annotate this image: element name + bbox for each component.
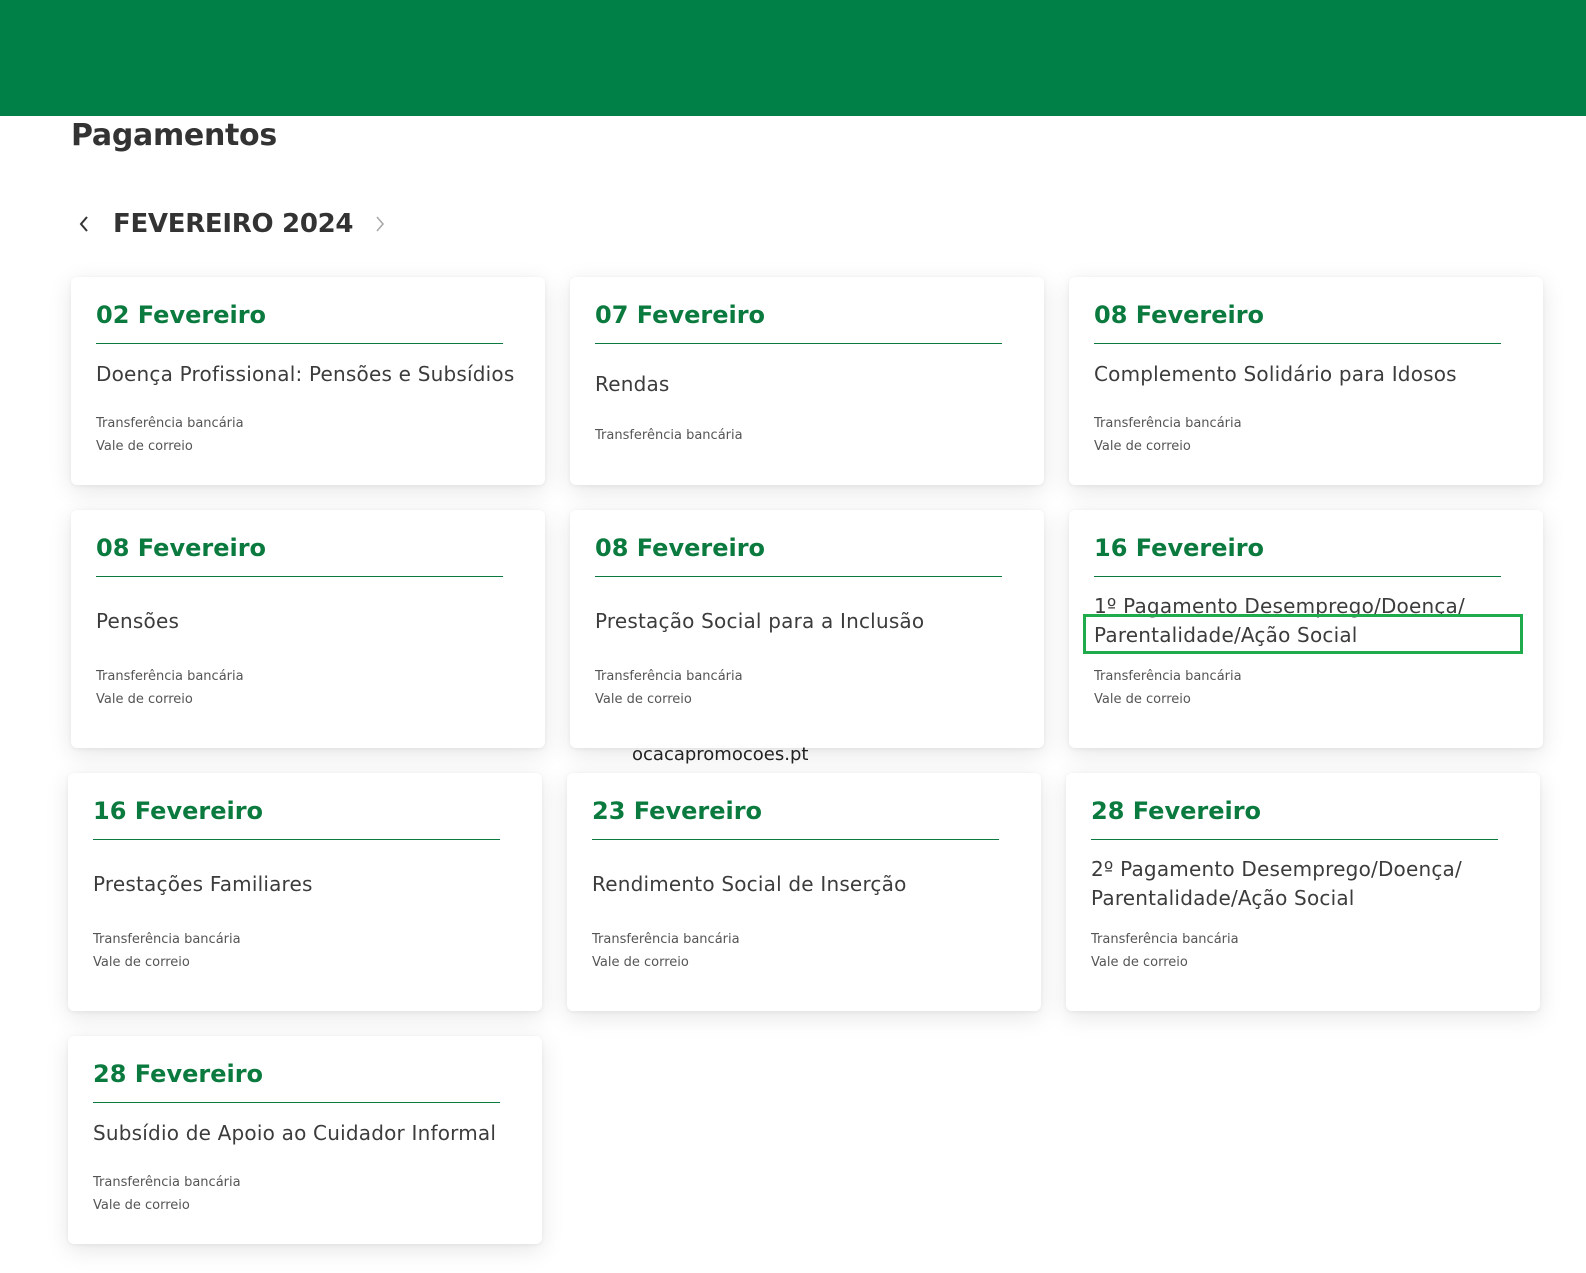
payment-date: 28 Fevereiro	[1091, 797, 1262, 825]
payment-method: Transferência bancária	[592, 932, 740, 947]
payment-card: 08 Fevereiro Prestação Social para a Inc…	[570, 510, 1044, 748]
card-body: Rendas	[595, 344, 1019, 424]
top-header-bar	[0, 0, 1586, 116]
payment-method: Vale de correio	[93, 955, 190, 970]
payment-methods: Transferência bancária Vale de correio	[93, 928, 517, 974]
payment-date: 08 Fevereiro	[1094, 301, 1265, 329]
card-body: Doença Profissional: Pensões e Subsídios	[96, 344, 520, 404]
card-body: Prestação Social para a Inclusão	[595, 577, 1019, 665]
payment-card: 07 Fevereiro Rendas Transferência bancár…	[570, 277, 1044, 485]
month-label: FEVEREIRO 2024	[113, 209, 354, 239]
payment-method: Transferência bancária	[1094, 416, 1242, 431]
payment-date: 23 Fevereiro	[592, 797, 763, 825]
benefit-name: Complemento Solidário para Idosos	[1094, 361, 1457, 386]
payment-date: 02 Fevereiro	[96, 301, 267, 329]
payment-method: Vale de correio	[96, 439, 193, 454]
payment-method: Vale de correio	[93, 1198, 190, 1213]
payment-method: Vale de correio	[595, 692, 692, 707]
page-title: Pagamentos	[71, 118, 277, 153]
payment-method: Vale de correio	[592, 955, 689, 970]
payment-method: Vale de correio	[1094, 692, 1191, 707]
chevron-left-icon[interactable]	[71, 209, 97, 239]
payment-method: Transferência bancária	[1091, 932, 1239, 947]
payment-card: 23 Fevereiro Rendimento Social de Inserç…	[567, 773, 1041, 1011]
payment-methods: Transferência bancária Vale de correio	[96, 412, 520, 458]
payment-methods: Transferência bancária Vale de correio	[96, 665, 520, 711]
payment-methods: Transferência bancária Vale de correio	[93, 1171, 517, 1217]
payment-card: 16 Fevereiro 1º Pagamento Desemprego/Doe…	[1069, 510, 1543, 748]
payment-card: 02 Fevereiro Doença Profissional: Pensõe…	[71, 277, 545, 485]
benefit-name: Doença Profissional: Pensões e Subsídios	[96, 361, 515, 386]
payment-methods: Transferência bancária Vale de correio	[1094, 412, 1518, 458]
payment-card: 08 Fevereiro Complemento Solidário para …	[1069, 277, 1543, 485]
benefit-name: 2º Pagamento Desemprego/Doença/ Parental…	[1091, 857, 1462, 910]
benefit-name: Rendas	[595, 371, 670, 396]
payment-method: Transferência bancária	[93, 932, 241, 947]
benefit-name: 1º Pagamento Desemprego/Doença/ Parental…	[1094, 594, 1465, 647]
payment-method: Transferência bancária	[1094, 669, 1242, 684]
payment-date: 16 Fevereiro	[93, 797, 264, 825]
payment-method: Transferência bancária	[96, 416, 244, 431]
card-body: Complemento Solidário para Idosos	[1094, 344, 1518, 404]
payment-methods: Transferência bancária Vale de correio	[1091, 928, 1515, 974]
payment-method: Transferência bancária	[595, 669, 743, 684]
payment-date: 08 Fevereiro	[96, 534, 267, 562]
chevron-right-icon[interactable]	[367, 209, 393, 239]
payment-date: 07 Fevereiro	[595, 301, 766, 329]
payment-methods: Transferência bancária Vale de correio	[595, 665, 1019, 711]
benefit-name: Rendimento Social de Inserção	[592, 871, 907, 896]
payment-method: Vale de correio	[1094, 439, 1191, 454]
card-body: Pensões	[96, 577, 520, 665]
payment-date: 16 Fevereiro	[1094, 534, 1265, 562]
card-body: 1º Pagamento Desemprego/Doença/ Parental…	[1094, 577, 1518, 665]
payment-card: 28 Fevereiro Subsídio de Apoio ao Cuidad…	[68, 1036, 542, 1244]
payment-methods: Transferência bancária	[595, 424, 1019, 447]
card-body: Prestações Familiares	[93, 840, 517, 928]
payment-date: 28 Fevereiro	[93, 1060, 264, 1088]
payment-method: Transferência bancária	[595, 428, 743, 443]
benefit-name: Prestações Familiares	[93, 871, 313, 896]
watermark: ocacapromocoes.pt	[632, 744, 809, 765]
payment-date: 08 Fevereiro	[595, 534, 766, 562]
payment-methods: Transferência bancária Vale de correio	[1094, 665, 1518, 711]
card-body: Rendimento Social de Inserção	[592, 840, 1016, 928]
benefit-name: Subsídio de Apoio ao Cuidador Informal	[93, 1120, 497, 1145]
benefit-name: Prestação Social para a Inclusão	[595, 608, 925, 633]
card-body: Subsídio de Apoio ao Cuidador Informal	[93, 1103, 517, 1163]
payment-method: Vale de correio	[1091, 955, 1188, 970]
card-body: 2º Pagamento Desemprego/Doença/ Parental…	[1091, 840, 1515, 928]
payment-method: Transferência bancária	[96, 669, 244, 684]
payment-method: Transferência bancária	[93, 1175, 241, 1190]
payment-methods: Transferência bancária Vale de correio	[592, 928, 1016, 974]
month-navigator: FEVEREIRO 2024	[71, 202, 393, 246]
payment-card: 16 Fevereiro Prestações Familiares Trans…	[68, 773, 542, 1011]
payment-method: Vale de correio	[96, 692, 193, 707]
payment-card: 28 Fevereiro 2º Pagamento Desemprego/Doe…	[1066, 773, 1540, 1011]
benefit-name: Pensões	[96, 608, 180, 633]
payment-card: 08 Fevereiro Pensões Transferência bancá…	[71, 510, 545, 748]
